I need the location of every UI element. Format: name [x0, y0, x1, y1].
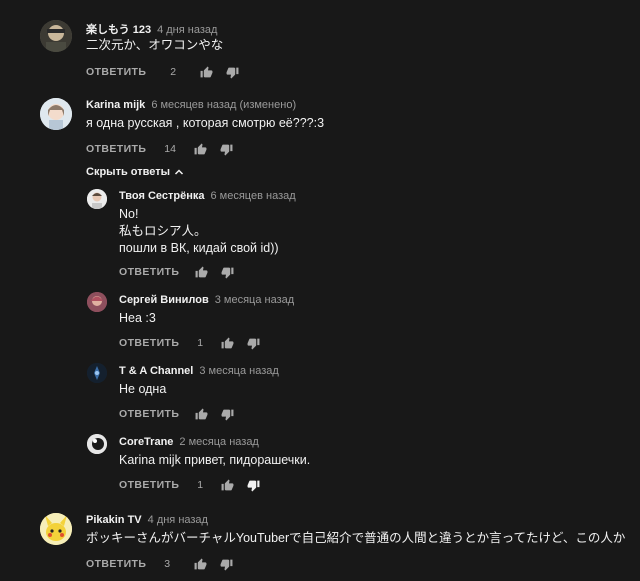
author-name[interactable]: CoreTrane — [119, 436, 173, 448]
timestamp[interactable]: 3 месяца назад — [215, 294, 294, 306]
like-count: 1 — [197, 479, 204, 491]
comment-text: Karina mijk привет, пидорашечки. — [119, 452, 310, 469]
timestamp[interactable]: 6 месяцев назад (изменено) — [151, 99, 296, 111]
action-bar: ОТВЕТИТЬ 1 — [119, 477, 261, 493]
comment-text: 二次元か、オワコンやな — [86, 37, 223, 54]
comment-text: ボッキーさんがバーチャルYouTuberで自己紹介で普通の人間と違うとか言ってた… — [86, 530, 625, 547]
comment-text-line: я одна русская , которая смотрю её???:3 — [86, 116, 325, 130]
like-count: 3 — [164, 558, 171, 570]
avatar[interactable] — [87, 189, 107, 209]
comment-header: 楽しもう 123 4 дня назад — [86, 21, 217, 37]
avatar[interactable] — [87, 292, 107, 312]
comment-header: CoreTrane 2 месяца назад — [119, 436, 259, 448]
like-icon[interactable] — [192, 141, 208, 157]
avatar[interactable] — [87, 434, 107, 454]
like-icon[interactable] — [219, 335, 235, 351]
action-bar: ОТВЕТИТЬ 1 — [119, 335, 261, 351]
comment-text-line: пошли в ВК, кидай свой id)) — [119, 241, 279, 255]
comment-header: Pikakin TV 4 дня назад — [86, 514, 208, 526]
like-icon[interactable] — [193, 406, 209, 422]
avatar[interactable] — [87, 363, 107, 383]
action-bar: ОТВЕТИТЬ 14 — [86, 141, 234, 157]
comment-text: Неа :3 — [119, 310, 156, 327]
chevron-up-icon — [174, 167, 184, 177]
action-bar: ОТВЕТИТЬ 3 — [86, 556, 234, 572]
comment-header: Karina mijk 6 месяцев назад (изменено) — [86, 99, 296, 111]
timestamp[interactable]: 4 дня назад — [148, 514, 208, 526]
reply-button[interactable]: ОТВЕТИТЬ — [119, 266, 179, 278]
avatar[interactable] — [40, 513, 72, 545]
comment-header: T & A Channel 3 месяца назад — [119, 365, 279, 377]
timestamp[interactable]: 3 месяца назад — [199, 365, 278, 377]
like-icon[interactable] — [193, 264, 209, 280]
author-name[interactable]: Твоя Сестрёнка — [119, 190, 205, 202]
dislike-icon[interactable] — [224, 64, 240, 80]
comment-text: Не одна — [119, 381, 166, 398]
like-icon[interactable] — [192, 556, 208, 572]
comment-text-line: Karina mijk привет, пидорашечки. — [119, 453, 311, 467]
dislike-icon[interactable] — [219, 406, 235, 422]
timestamp[interactable]: 4 дня назад — [157, 24, 217, 36]
hide-replies-label: Скрыть ответы — [86, 166, 170, 178]
author-name[interactable]: T & A Channel — [119, 365, 193, 377]
dislike-icon[interactable] — [245, 335, 261, 351]
comment-text-line: No! — [119, 207, 139, 221]
reply-button[interactable]: ОТВЕТИТЬ — [86, 558, 146, 570]
comment-header: Твоя Сестрёнка 6 месяцев назад — [119, 190, 296, 202]
dislike-icon[interactable] — [219, 264, 235, 280]
reply-button[interactable]: ОТВЕТИТЬ — [119, 337, 179, 349]
action-bar: ОТВЕТИТЬ 2 — [86, 64, 240, 80]
timestamp[interactable]: 2 месяца назад — [179, 436, 258, 448]
avatar[interactable] — [40, 20, 72, 52]
like-count: 2 — [170, 66, 177, 78]
dislike-icon-active[interactable] — [245, 477, 261, 493]
like-count: 1 — [197, 337, 204, 349]
avatar[interactable] — [40, 98, 72, 130]
action-bar: ОТВЕТИТЬ — [119, 264, 235, 280]
reply-button[interactable]: ОТВЕТИТЬ — [119, 408, 179, 420]
author-name[interactable]: Сергей Винилов — [119, 294, 209, 306]
comment-text-line: Неа :3 — [119, 311, 156, 325]
comment-text-line: ボッキーさんがバーチャルYouTuberで自己紹介で普通の人間と違うとか言ってた… — [86, 531, 626, 545]
like-icon[interactable] — [198, 64, 214, 80]
author-name[interactable]: Pikakin TV — [86, 514, 142, 526]
comment-text-line: Не одна — [119, 382, 167, 396]
dislike-icon[interactable] — [218, 556, 234, 572]
author-name[interactable]: Karina mijk — [86, 99, 145, 111]
author-name[interactable]: 楽しもう 123 — [86, 24, 151, 36]
like-icon[interactable] — [219, 477, 235, 493]
comment-text: я одна русская , которая смотрю её???:3 — [86, 115, 324, 132]
hide-replies-toggle[interactable]: Скрыть ответы — [86, 166, 184, 178]
comment-header: Сергей Винилов 3 месяца назад — [119, 294, 294, 306]
timestamp[interactable]: 6 месяцев назад — [211, 190, 296, 202]
action-bar: ОТВЕТИТЬ — [119, 406, 235, 422]
comment-text-line: 私もロシア人。 — [119, 224, 207, 238]
dislike-icon[interactable] — [218, 141, 234, 157]
comment-text-line: 二次元か、オワコンやな — [86, 38, 224, 52]
reply-button[interactable]: ОТВЕТИТЬ — [119, 479, 179, 491]
comment-text: No! 私もロシア人。 пошли в ВК, кидай свой id)) — [119, 206, 279, 257]
like-count: 14 — [164, 143, 176, 155]
reply-button[interactable]: ОТВЕТИТЬ — [86, 66, 146, 78]
reply-button[interactable]: ОТВЕТИТЬ — [86, 143, 146, 155]
